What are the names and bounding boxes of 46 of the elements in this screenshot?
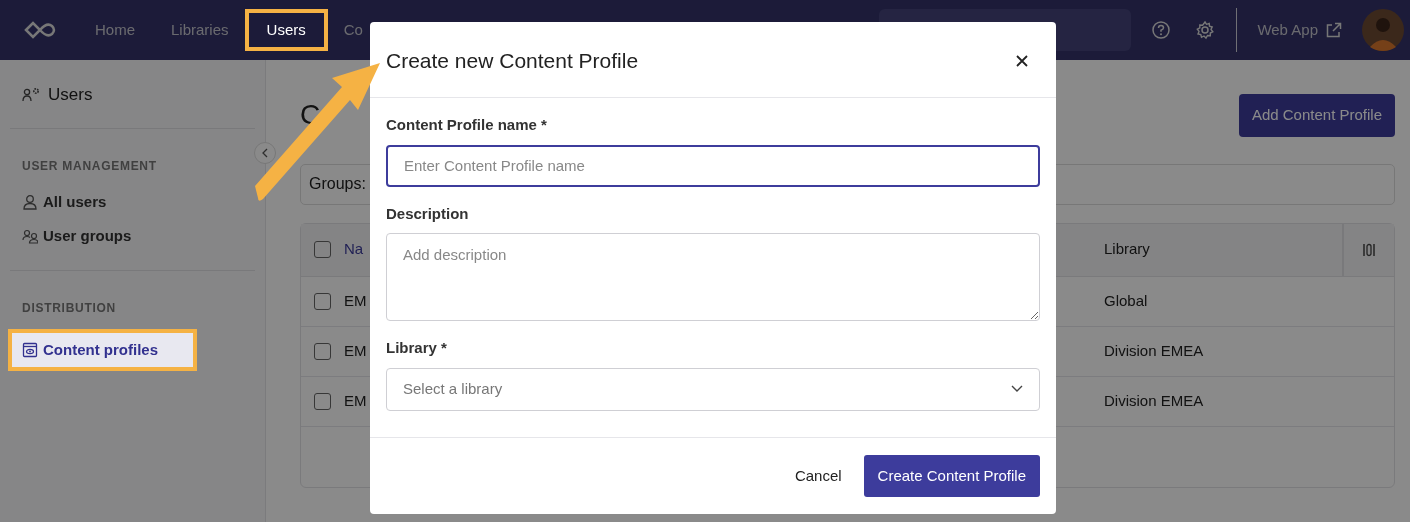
field-label: Description: [386, 203, 470, 224]
nav-link[interactable]: Home: [77, 0, 153, 60]
sidebar-title: Users: [48, 84, 93, 106]
checkbox[interactable]: [314, 292, 331, 310]
web-app-link[interactable]: Web App: [1237, 0, 1362, 60]
table-cell-text: Division EMEA: [1104, 390, 1205, 411]
help-icon[interactable]: [1151, 20, 1172, 40]
user-icon: [22, 193, 38, 210]
section-heading: USER MANAGEMENT: [21, 157, 158, 175]
checkbox[interactable]: [314, 392, 331, 410]
close-icon: [1015, 53, 1029, 68]
settings-icon[interactable]: [1195, 20, 1216, 40]
filter-label: Groups:: [309, 174, 366, 194]
avatar[interactable]: [1362, 9, 1404, 51]
chevron-down-icon: [1011, 385, 1023, 394]
close-button[interactable]: [1014, 52, 1030, 69]
nav-link[interactable]: Libraries: [153, 0, 247, 60]
select-field[interactable]: Select a library: [386, 367, 1040, 411]
text-field[interactable]: Enter Content Profile name: [386, 144, 1040, 187]
checkbox[interactable]: [314, 342, 331, 360]
create-button[interactable]: Create Content Profile: [863, 454, 1040, 498]
sidebar-item[interactable]: All users: [0, 184, 129, 219]
chevron-left-icon: [261, 148, 269, 158]
checkbox[interactable]: [314, 241, 331, 258]
column-header[interactable]: Library: [1104, 238, 1342, 261]
sidebar-item[interactable]: User groups: [0, 219, 154, 254]
sidebar-item[interactable]: Content profiles: [10, 330, 195, 369]
eye-window-icon: [22, 341, 38, 358]
table-cell-text: Division EMEA: [1104, 340, 1205, 361]
external-link-icon: [1326, 22, 1342, 38]
section-heading: DISTRIBUTION: [21, 299, 117, 317]
users-icon: [22, 228, 38, 245]
cancel-button[interactable]: Cancel: [788, 463, 848, 489]
column-header[interactable]: Na: [344, 238, 364, 261]
add-content-profile-button[interactable]: Add Content Profile: [1238, 94, 1395, 137]
text-area[interactable]: Add description: [386, 233, 1040, 322]
table-cell-text: Global: [1104, 290, 1149, 311]
table-cell-text: EM: [344, 390, 367, 411]
field-label: Content Profile name *: [386, 115, 548, 136]
field-label: Library *: [386, 338, 448, 359]
nav-link[interactable]: Users: [246, 11, 326, 49]
table-cell-text: EM: [344, 340, 367, 361]
columns-icon[interactable]: [1363, 242, 1375, 257]
modal-title: Create new Content Profile: [386, 48, 639, 74]
table-cell-text: EM: [344, 290, 367, 311]
users-settings-icon: [22, 86, 40, 103]
